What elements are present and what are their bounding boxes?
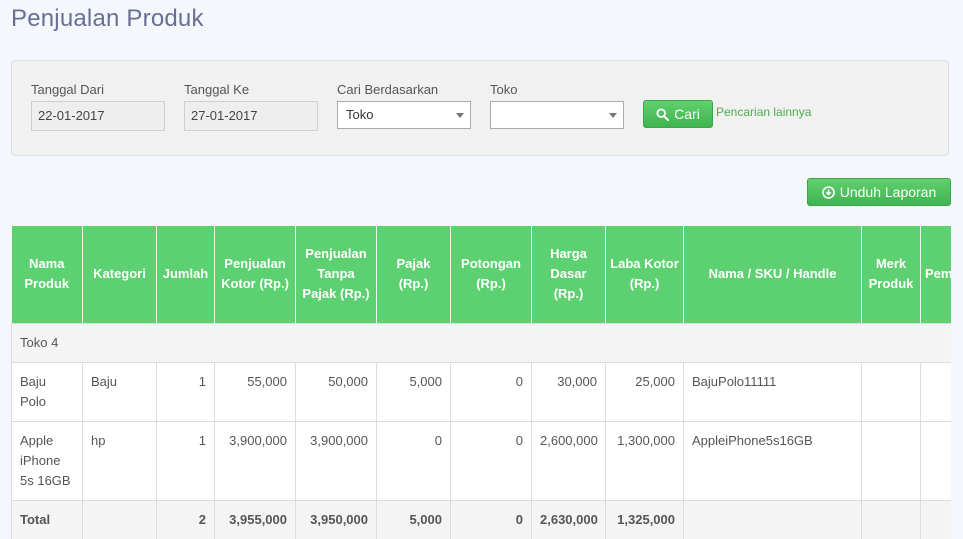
total-sku [683, 499, 862, 539]
col-header-discount[interactable]: Potongan (Rp.) [450, 226, 532, 323]
total-discount: 0 [450, 499, 532, 539]
total-profit: 1,325,000 [605, 499, 684, 539]
search-by-field: Cari Berdasarkan Toko [337, 82, 471, 129]
total-qty: 2 [156, 499, 215, 539]
col-header-brand[interactable]: Merk Produk [861, 226, 921, 323]
search-by-value: Toko [346, 107, 374, 122]
date-to-field: Tanggal Ke 27-01-2017 [184, 82, 318, 131]
total-category [82, 499, 157, 539]
total-tax: 5,000 [376, 499, 451, 539]
col-header-profit[interactable]: Laba Kotor (Rp.) [605, 226, 684, 323]
cell-discount: 0 [450, 420, 532, 501]
cell-product: Baju Polo [11, 361, 83, 422]
cell-net: 50,000 [295, 361, 377, 422]
sales-table: Nama Produk Kategori Jumlah Penjualan Ko… [11, 226, 951, 539]
group-label: Toko 4 [11, 322, 951, 363]
total-net: 3,950,000 [295, 499, 377, 539]
date-to-label: Tanggal Ke [184, 82, 250, 97]
store-field: Toko [490, 82, 624, 129]
search-button-label: Cari [674, 106, 700, 122]
cell-gross: 3,900,000 [214, 420, 296, 501]
cell-cost: 30,000 [531, 361, 606, 422]
col-header-extra[interactable]: Pem [920, 226, 951, 323]
more-search-link[interactable]: Pencarian lainnya [716, 105, 811, 119]
cell-discount: 0 [450, 361, 532, 422]
cell-category: Baju [82, 361, 157, 422]
search-button[interactable]: Cari [643, 100, 713, 128]
cell-extra [920, 361, 951, 422]
table-row: Apple iPhone 5s 16GB hp 1 3,900,000 3,90… [11, 420, 951, 501]
cell-qty: 1 [156, 420, 215, 501]
cell-extra [920, 420, 951, 501]
col-header-tax[interactable]: Pajak (Rp.) [376, 226, 451, 323]
total-cost: 2,630,000 [531, 499, 606, 539]
cell-product: Apple iPhone 5s 16GB [11, 420, 83, 501]
table-header-row: Nama Produk Kategori Jumlah Penjualan Ko… [11, 226, 951, 323]
cell-brand [861, 420, 921, 501]
date-from-input[interactable]: 22-01-2017 [31, 101, 165, 131]
total-row: Total 2 3,955,000 3,950,000 5,000 0 2,63… [11, 499, 951, 539]
col-header-sku[interactable]: Nama / SKU / Handle [683, 226, 862, 323]
date-from-label: Tanggal Dari [31, 82, 104, 97]
cell-profit: 25,000 [605, 361, 684, 422]
col-header-net[interactable]: Penjualan Tanpa Pajak (Rp.) [295, 226, 377, 323]
total-brand [861, 499, 921, 539]
cell-category: hp [82, 420, 157, 501]
total-label: Total [11, 499, 83, 539]
cell-tax: 0 [376, 420, 451, 501]
table-row: Baju Polo Baju 1 55,000 50,000 5,000 0 3… [11, 361, 951, 422]
col-header-cost[interactable]: Harga Dasar (Rp.) [531, 226, 606, 323]
cell-profit: 1,300,000 [605, 420, 684, 501]
cell-brand [861, 361, 921, 422]
download-report-button[interactable]: Unduh Laporan [807, 178, 951, 206]
search-by-select[interactable]: Toko [337, 101, 471, 129]
total-extra [920, 499, 951, 539]
col-header-category[interactable]: Kategori [82, 226, 157, 323]
store-label: Toko [490, 82, 518, 97]
cell-sku: AppleiPhone5s16GB [683, 420, 862, 501]
col-header-qty[interactable]: Jumlah [156, 226, 215, 323]
cell-qty: 1 [156, 361, 215, 422]
download-circle-icon [821, 185, 835, 199]
search-by-label: Cari Berdasarkan [337, 82, 439, 97]
filter-panel: Tanggal Dari 22-01-2017 Tanggal Ke 27-01… [11, 60, 949, 156]
date-to-input[interactable]: 27-01-2017 [184, 101, 318, 131]
total-gross: 3,955,000 [214, 499, 296, 539]
chevron-down-icon [609, 113, 617, 118]
date-from-field: Tanggal Dari 22-01-2017 [31, 82, 165, 131]
chevron-down-icon [456, 113, 464, 118]
cell-tax: 5,000 [376, 361, 451, 422]
col-header-gross[interactable]: Penjualan Kotor (Rp.) [214, 226, 296, 323]
page-title: Penjualan Produk [11, 5, 204, 32]
cell-sku: BajuPolo11111 [683, 361, 862, 422]
store-select[interactable] [490, 101, 624, 129]
cell-net: 3,900,000 [295, 420, 377, 501]
sales-table-container[interactable]: Nama Produk Kategori Jumlah Penjualan Ko… [11, 226, 951, 539]
col-header-product[interactable]: Nama Produk [11, 226, 83, 323]
cell-cost: 2,600,000 [531, 420, 606, 501]
download-report-label: Unduh Laporan [839, 184, 937, 200]
cell-gross: 55,000 [214, 361, 296, 422]
group-row: Toko 4 [11, 322, 951, 363]
search-icon [656, 107, 670, 121]
